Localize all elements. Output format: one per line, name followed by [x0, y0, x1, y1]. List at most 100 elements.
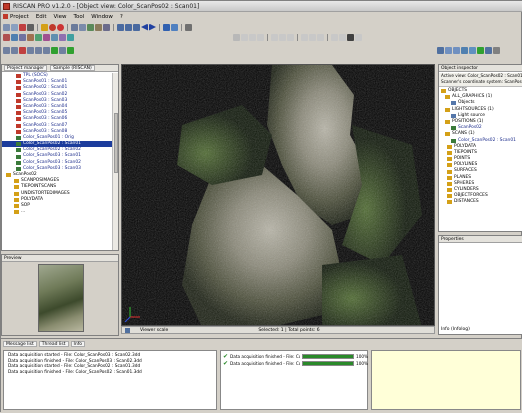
- view-10-button[interactable]: [317, 33, 324, 41]
- scan-button[interactable]: [171, 23, 178, 31]
- stop-button[interactable]: [49, 23, 56, 31]
- tree-item-label: ...: [21, 209, 26, 215]
- chart-button[interactable]: [163, 23, 170, 31]
- list-button[interactable]: [185, 23, 192, 31]
- tool-13-button[interactable]: [59, 33, 66, 41]
- right-tool-5-button[interactable]: [469, 46, 476, 54]
- open-button[interactable]: [11, 23, 18, 31]
- view-13-button[interactable]: [347, 33, 354, 41]
- grid-3-button[interactable]: [133, 23, 140, 31]
- select-6-button[interactable]: [43, 46, 50, 54]
- tab-project-manager[interactable]: Project manager: [4, 65, 48, 71]
- record-button[interactable]: [57, 23, 64, 31]
- select-5-button[interactable]: [35, 46, 42, 54]
- menu-item-edit[interactable]: Edit: [36, 14, 47, 20]
- tool-1-button[interactable]: [71, 23, 78, 31]
- 3d-viewport[interactable]: [121, 64, 435, 326]
- tree-item-icon: [14, 179, 19, 184]
- tab-message-list[interactable]: Message list: [3, 341, 37, 347]
- tool-7-button[interactable]: [11, 33, 18, 41]
- arrow-left-icon[interactable]: [141, 23, 148, 31]
- tool-8-button[interactable]: [19, 33, 26, 41]
- arrow-right-icon[interactable]: [149, 23, 156, 31]
- viewport-selection-label: Selected: 1 | Total points: 6: [258, 327, 320, 333]
- tree-item[interactable]: ...: [2, 209, 112, 215]
- view-7-button[interactable]: [287, 33, 294, 41]
- view-3-button[interactable]: [249, 33, 256, 41]
- view-4-button[interactable]: [257, 33, 264, 41]
- thread-row: ✔ Data acquisition finished - File: Colo…: [223, 360, 368, 367]
- thread-percent: 100%: [356, 354, 369, 359]
- right-tool-4-button[interactable]: [461, 46, 468, 54]
- tree-item-icon: [14, 197, 19, 202]
- tool-10-button[interactable]: [35, 33, 42, 41]
- grid-2-button[interactable]: [125, 23, 132, 31]
- folder-button[interactable]: [41, 23, 48, 31]
- tool-11-button[interactable]: [43, 33, 50, 41]
- project-manager-panel: Project manager Sample (RISCAN) TPL (SOC…: [1, 64, 119, 251]
- right-tool-8-button[interactable]: [493, 46, 500, 54]
- thread-progress-bar: [302, 361, 355, 366]
- tool-14-button[interactable]: [67, 33, 74, 41]
- grid-1-button[interactable]: [117, 23, 124, 31]
- tree-item-icon: [447, 163, 452, 168]
- right-tool-7-button[interactable]: [485, 46, 492, 54]
- info-area: [371, 350, 521, 410]
- camera-button[interactable]: [27, 23, 34, 31]
- tree-item-icon: [16, 86, 21, 91]
- tool-12-button[interactable]: [51, 33, 58, 41]
- select-4-button[interactable]: [27, 46, 34, 54]
- view-2-button[interactable]: [241, 33, 248, 41]
- menu-item-tool[interactable]: Tool: [74, 14, 85, 20]
- tool-5-button[interactable]: [103, 23, 110, 31]
- tool-9-button[interactable]: [27, 33, 34, 41]
- view-9-button[interactable]: [309, 33, 316, 41]
- tab-thread-list[interactable]: Thread list: [38, 341, 69, 347]
- menu-item-project[interactable]: Project: [3, 14, 29, 20]
- preview-title-bar: Preview: [2, 255, 118, 262]
- project-tree-scrollbar[interactable]: [112, 73, 118, 250]
- tree-item-icon: [16, 123, 21, 128]
- right-tool-3-button[interactable]: [453, 46, 460, 54]
- view-8-button[interactable]: [301, 33, 308, 41]
- select-8-button[interactable]: [59, 46, 66, 54]
- tree-item-icon: [16, 111, 21, 116]
- object-inspector-title: Object inspector: [441, 65, 478, 71]
- tool-2-button[interactable]: [79, 23, 86, 31]
- view-6-button[interactable]: [279, 33, 286, 41]
- title-bar: RISCAN PRO v1.2.0 - [Object view: Color_…: [1, 1, 522, 12]
- menu-item-window[interactable]: Window: [91, 14, 113, 20]
- tool-6-button[interactable]: [3, 33, 10, 41]
- view-5-button[interactable]: [271, 33, 278, 41]
- right-tool-6-button[interactable]: [477, 46, 484, 54]
- view-14-button[interactable]: [355, 33, 362, 41]
- select-3-button[interactable]: [19, 46, 26, 54]
- tree-item-icon: [16, 148, 21, 153]
- view-11-button[interactable]: [331, 33, 338, 41]
- tree-item-icon: [16, 105, 21, 110]
- right-tool-2-button[interactable]: [445, 46, 452, 54]
- tree-item-label: DISTANCES: [454, 199, 479, 205]
- tree-item[interactable]: DISTANCES: [439, 199, 522, 205]
- application-window: RISCAN PRO v1.2.0 - [Object view: Color_…: [0, 0, 522, 413]
- preview-image: [38, 264, 84, 332]
- tool-4-button[interactable]: [95, 23, 102, 31]
- view-1-button[interactable]: [233, 33, 240, 41]
- new-project-button[interactable]: [3, 23, 10, 31]
- view-12-button[interactable]: [339, 33, 346, 41]
- menu-item-view[interactable]: View: [53, 14, 66, 20]
- tree-item-icon: [447, 144, 452, 149]
- right-tool-1-button[interactable]: [437, 46, 444, 54]
- menu-item-help[interactable]: ?: [120, 14, 123, 20]
- scrollbar-thumb[interactable]: [114, 113, 118, 173]
- tab-info[interactable]: Info: [70, 341, 86, 347]
- select-7-button[interactable]: [51, 46, 58, 54]
- tab-sample[interactable]: Sample (RISCAN): [50, 65, 95, 71]
- delete-icon[interactable]: [19, 23, 26, 31]
- select-1-button[interactable]: [3, 46, 10, 54]
- select-9-button[interactable]: [67, 46, 74, 54]
- select-2-button[interactable]: [11, 46, 18, 54]
- tool-3-button[interactable]: [87, 23, 94, 31]
- properties-title: Properties: [441, 236, 464, 242]
- tree-item-icon: [447, 188, 452, 193]
